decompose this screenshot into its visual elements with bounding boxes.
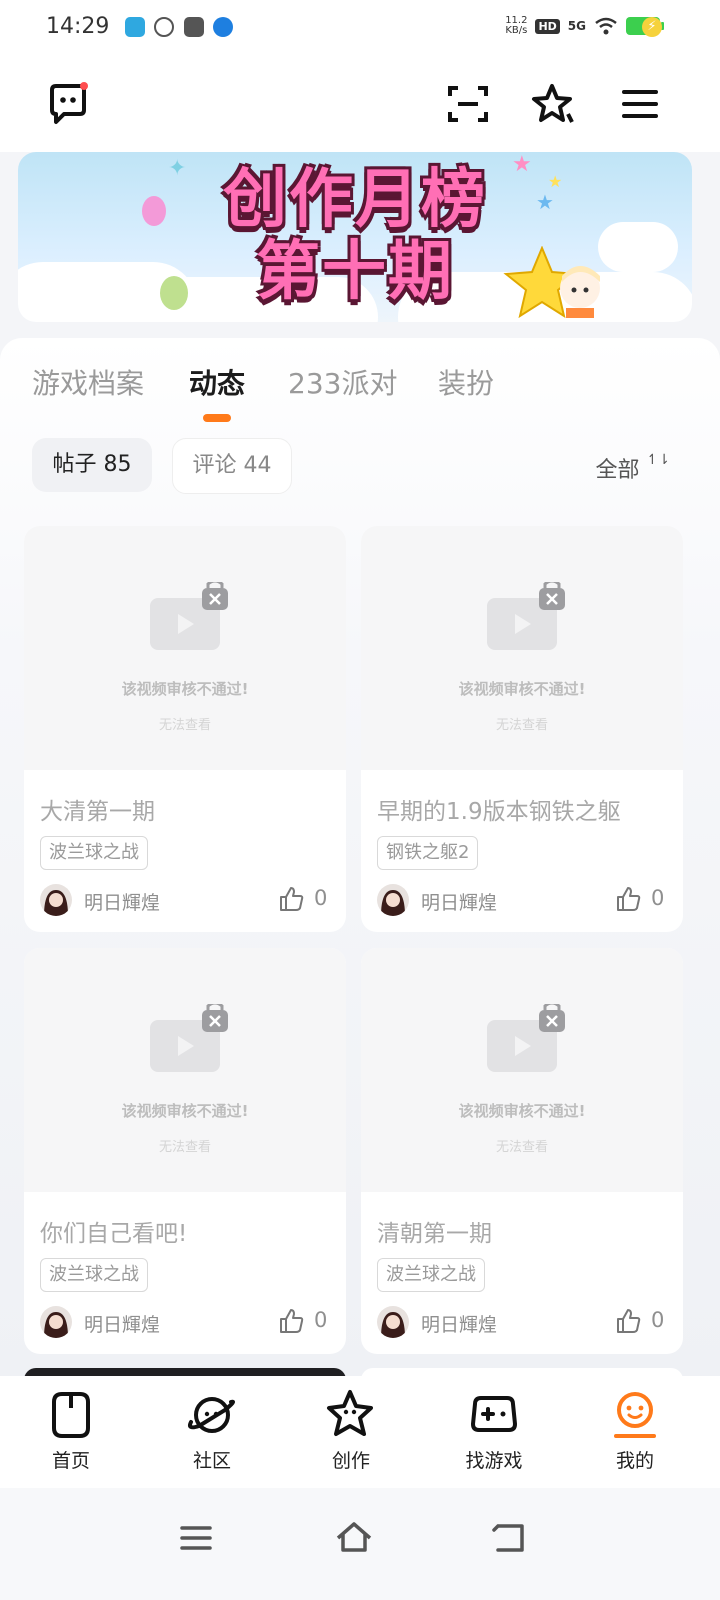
gamepad-icon — [471, 1396, 517, 1432]
locked-video-icon — [150, 1004, 228, 1072]
nav-label: 创作 — [331, 1450, 370, 1472]
avatar[interactable] — [40, 1306, 72, 1338]
wallet-notification-icon — [184, 17, 204, 37]
status-indicators: 11.2 KB/s HD 5G — [505, 15, 664, 36]
author-name[interactable]: 明日輝煌 — [84, 888, 160, 915]
nav-label: 首页 — [51, 1450, 90, 1472]
post-title: 早期的1.9版本钢铁之躯 — [377, 799, 621, 825]
filter-posts-chip[interactable]: 帖子 85 — [32, 438, 152, 492]
active-tab-indicator — [203, 414, 231, 422]
post-card[interactable]: 该视频审核不通过! 无法查看 你们自己看吧! 波兰球之战 明日輝煌 0 — [24, 948, 346, 1354]
nav-profile[interactable]: 我的 — [585, 1388, 685, 1473]
locked-video-icon — [487, 1004, 565, 1072]
locked-video-icon — [487, 582, 565, 650]
recent-apps-icon[interactable] — [176, 1518, 216, 1558]
post-title: 清朝第一期 — [377, 1221, 492, 1247]
post-tag[interactable]: 波兰球之战 — [40, 1258, 148, 1292]
top-bar — [0, 56, 720, 152]
nav-label: 找游戏 — [465, 1450, 523, 1472]
star-sparkle-icon[interactable] — [530, 80, 578, 128]
rejected-subnotice: 无法查看 — [158, 718, 211, 733]
nav-create[interactable]: 创作 — [301, 1388, 401, 1473]
status-bar: 14:29 11.2 KB/s HD 5G ⚡ — [0, 0, 720, 56]
author-name[interactable]: 明日輝煌 — [421, 1310, 497, 1337]
post-title: 你们自己看吧! — [40, 1221, 188, 1247]
post-card[interactable]: 该视频审核不通过! 无法查看 早期的1.9版本钢铁之躯 钢铁之躯2 明日輝煌 0 — [361, 526, 683, 932]
mascot-star-icon — [502, 245, 612, 320]
star-create-icon — [327, 1390, 373, 1436]
rejected-notice: 该视频审核不通过! — [458, 680, 586, 698]
like-count: 0 — [314, 886, 328, 910]
like-count: 0 — [651, 1308, 665, 1332]
post-card[interactable]: 该视频审核不通过! 无法查看 清朝第一期 波兰球之战 明日輝煌 0 — [361, 948, 683, 1354]
chat-bubble-icon[interactable] — [44, 80, 92, 128]
locked-video-icon — [150, 582, 228, 650]
back-icon[interactable] — [490, 1518, 530, 1558]
app-notification-icon — [125, 17, 145, 37]
avatar[interactable] — [377, 884, 409, 916]
video-thumbnail[interactable]: 该视频审核不通过! 无法查看 — [361, 948, 683, 1192]
sort-filter-label: 全部 — [595, 458, 640, 483]
wifi-icon — [595, 17, 617, 35]
thumbs-up-icon[interactable] — [615, 1308, 641, 1334]
avatar[interactable] — [377, 1306, 409, 1338]
profile-icon — [614, 1392, 656, 1438]
tab-game-archive[interactable]: 游戏档案 — [32, 362, 144, 402]
post-card[interactable]: 该视频审核不通过! 无法查看 大清第一期 波兰球之战 明日輝煌 0 — [24, 526, 346, 932]
post-tag[interactable]: 波兰球之战 — [40, 836, 148, 870]
home-button-icon[interactable] — [334, 1518, 374, 1558]
nav-home[interactable]: 首页 — [21, 1388, 121, 1473]
home-icon — [52, 1392, 90, 1438]
filter-comments-chip[interactable]: 评论 44 — [172, 438, 292, 494]
avatar[interactable] — [40, 884, 72, 916]
network-speed: 11.2 KB/s — [505, 15, 528, 36]
promo-banner[interactable]: ✦ ★ ★ ★ 创作月榜 第十期 — [18, 152, 692, 322]
like-count: 0 — [314, 1308, 328, 1332]
nav-community[interactable]: 社区 — [162, 1388, 262, 1473]
rejected-notice: 该视频审核不通过! — [458, 1102, 586, 1120]
scan-icon[interactable] — [444, 80, 492, 128]
rejected-subnotice: 无法查看 — [495, 718, 548, 733]
system-navigation-bar — [0, 1488, 720, 1600]
author-name[interactable]: 明日輝煌 — [421, 888, 497, 915]
video-thumbnail[interactable]: 该视频审核不通过! 无法查看 — [361, 526, 683, 770]
tab-233-party[interactable]: 233派对 — [288, 362, 397, 402]
thumbs-up-icon[interactable] — [278, 1308, 304, 1334]
rejected-notice: 该视频审核不通过! — [121, 1102, 249, 1120]
author-name[interactable]: 明日輝煌 — [84, 1310, 160, 1337]
post-tag[interactable]: 钢铁之躯2 — [377, 836, 479, 870]
thumbs-up-icon[interactable] — [278, 886, 304, 912]
post-tag[interactable]: 波兰球之战 — [377, 1258, 485, 1292]
post-title: 大清第一期 — [40, 799, 155, 825]
video-thumbnail[interactable]: 该视频审核不通过! 无法查看 — [24, 948, 346, 1192]
k-notification-icon — [213, 17, 233, 37]
hd-badge: HD — [535, 18, 560, 34]
charging-icon: ⚡ — [642, 17, 662, 37]
tab-activity[interactable]: 动态 — [189, 362, 245, 402]
nav-find-games[interactable]: 找游戏 — [444, 1388, 544, 1473]
planet-icon — [188, 1397, 235, 1433]
tab-dress-up[interactable]: 装扮 — [438, 362, 494, 402]
signal-icon: 5G — [567, 19, 586, 33]
nav-label: 我的 — [615, 1450, 654, 1472]
sort-filter-button[interactable]: 全部 ↿⇂ — [596, 452, 670, 484]
sync-notification-icon — [154, 17, 174, 37]
rejected-notice: 该视频审核不通过! — [121, 680, 249, 698]
status-time: 14:29 — [46, 14, 110, 39]
like-count: 0 — [651, 886, 665, 910]
rejected-subnotice: 无法查看 — [495, 1140, 548, 1155]
nav-label: 社区 — [192, 1450, 231, 1472]
thumbs-up-icon[interactable] — [615, 886, 641, 912]
rejected-subnotice: 无法查看 — [158, 1140, 211, 1155]
sort-arrows-icon: ↿⇂ — [646, 452, 670, 468]
video-thumbnail[interactable]: 该视频审核不通过! 无法查看 — [24, 526, 346, 770]
bottom-navigation: 首页 社区 创作 找游戏 我的 — [0, 1376, 720, 1488]
menu-icon[interactable] — [616, 80, 664, 128]
